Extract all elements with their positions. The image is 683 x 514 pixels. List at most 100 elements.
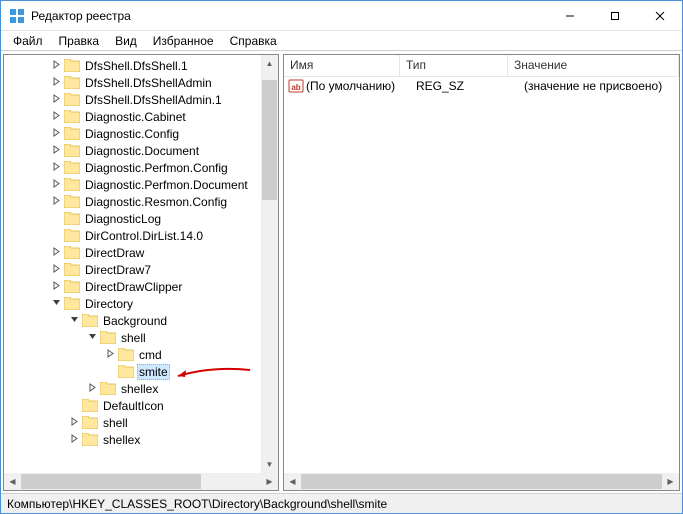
tree-item[interactable]: Diagnostic.Cabinet: [4, 108, 278, 125]
chevron-right-icon[interactable]: [66, 417, 82, 429]
tree-item[interactable]: Directory: [4, 295, 278, 312]
chevron-right-icon[interactable]: [48, 179, 64, 191]
chevron-right-icon[interactable]: [102, 349, 118, 361]
scroll-left-button[interactable]: ◀: [284, 473, 301, 490]
values-list[interactable]: ab(По умолчанию)REG_SZ(значение не присв…: [284, 77, 679, 473]
scroll-right-button[interactable]: ▶: [261, 473, 278, 490]
tree-item[interactable]: DfsShell.DfsShellAdmin.1: [4, 91, 278, 108]
chevron-right-icon[interactable]: [48, 145, 64, 157]
tree-item[interactable]: DirControl.DirList.14.0: [4, 227, 278, 244]
tree-item[interactable]: Diagnostic.Perfmon.Config: [4, 159, 278, 176]
tree-item-label: shell: [119, 330, 148, 346]
scroll-track[interactable]: [21, 473, 261, 490]
folder-icon: [82, 416, 98, 429]
folder-icon: [64, 229, 80, 242]
tree-item[interactable]: DiagnosticLog: [4, 210, 278, 227]
chevron-right-icon[interactable]: [48, 247, 64, 259]
chevron-right-icon[interactable]: [48, 128, 64, 140]
tree-item[interactable]: DfsShell.DfsShellAdmin: [4, 74, 278, 91]
scroll-right-button[interactable]: ▶: [662, 473, 679, 490]
tree-item[interactable]: DfsShell.DfsShell.1: [4, 57, 278, 74]
values-header: Имя Тип Значение: [284, 55, 679, 77]
tree-item[interactable]: shell: [4, 329, 278, 346]
folder-icon: [64, 127, 80, 140]
scroll-up-button[interactable]: ▲: [261, 55, 278, 72]
folder-icon: [64, 195, 80, 208]
menubar: Файл Правка Вид Избранное Справка: [1, 31, 682, 51]
chevron-right-icon[interactable]: [48, 111, 64, 123]
folder-icon: [82, 399, 98, 412]
minimize-icon: [565, 11, 575, 21]
folder-icon: [64, 144, 80, 157]
tree-item[interactable]: Diagnostic.Document: [4, 142, 278, 159]
chevron-down-icon[interactable]: [84, 332, 100, 344]
menu-view[interactable]: Вид: [107, 32, 145, 50]
chevron-right-icon[interactable]: [48, 94, 64, 106]
tree-item[interactable]: shellex: [4, 380, 278, 397]
value-row[interactable]: ab(По умолчанию)REG_SZ(значение не присв…: [284, 77, 679, 95]
tree-item[interactable]: Diagnostic.Resmon.Config: [4, 193, 278, 210]
column-header-name[interactable]: Имя: [284, 55, 400, 76]
folder-icon: [64, 178, 80, 191]
value-type: REG_SZ: [416, 79, 524, 93]
tree-item-label: shell: [101, 415, 130, 431]
chevron-right-icon[interactable]: [48, 264, 64, 276]
tree-item[interactable]: DefaultIcon: [4, 397, 278, 414]
app-icon: [9, 8, 25, 24]
tree-item[interactable]: Diagnostic.Perfmon.Document: [4, 176, 278, 193]
tree-item[interactable]: cmd: [4, 346, 278, 363]
chevron-right-icon[interactable]: [48, 281, 64, 293]
column-header-value[interactable]: Значение: [508, 55, 679, 76]
scroll-thumb[interactable]: [262, 80, 277, 200]
tree-horizontal-scrollbar[interactable]: ◀ ▶: [4, 473, 278, 490]
chevron-right-icon[interactable]: [66, 434, 82, 446]
minimize-button[interactable]: [547, 1, 592, 30]
window-title: Редактор реестра: [31, 9, 547, 23]
menu-help[interactable]: Справка: [222, 32, 285, 50]
chevron-right-icon[interactable]: [84, 383, 100, 395]
menu-edit[interactable]: Правка: [51, 32, 108, 50]
string-value-icon: ab: [288, 78, 304, 94]
tree-item-label: DirectDrawClipper: [83, 279, 184, 295]
window-controls: [547, 1, 682, 30]
menu-file[interactable]: Файл: [5, 32, 51, 50]
chevron-right-icon[interactable]: [48, 162, 64, 174]
folder-icon: [64, 110, 80, 123]
tree-item-label: DfsShell.DfsShell.1: [83, 58, 190, 74]
column-header-type[interactable]: Тип: [400, 55, 508, 76]
scroll-thumb[interactable]: [21, 474, 201, 489]
tree-item[interactable]: DirectDrawClipper: [4, 278, 278, 295]
chevron-right-icon[interactable]: [48, 77, 64, 89]
registry-tree[interactable]: DfsShell.DfsShell.1DfsShell.DfsShellAdmi…: [4, 55, 278, 473]
chevron-down-icon[interactable]: [48, 298, 64, 310]
tree-item-label: Background: [101, 313, 169, 329]
chevron-right-icon[interactable]: [48, 60, 64, 72]
folder-icon: [64, 93, 80, 106]
tree-item[interactable]: shellex: [4, 431, 278, 448]
tree-item[interactable]: shell: [4, 414, 278, 431]
scroll-track[interactable]: [301, 473, 662, 490]
tree-vertical-scrollbar[interactable]: ▲ ▼: [261, 55, 278, 473]
scroll-down-button[interactable]: ▼: [261, 456, 278, 473]
menu-favorites[interactable]: Избранное: [145, 32, 222, 50]
content-area: DfsShell.DfsShell.1DfsShell.DfsShellAdmi…: [1, 51, 682, 493]
tree-item[interactable]: DirectDraw: [4, 244, 278, 261]
maximize-button[interactable]: [592, 1, 637, 30]
close-button[interactable]: [637, 1, 682, 30]
chevron-down-icon[interactable]: [66, 315, 82, 327]
value-data: (значение не присвоено): [524, 79, 679, 93]
tree-item[interactable]: Background: [4, 312, 278, 329]
tree-item-label: DirectDraw: [83, 245, 146, 261]
folder-icon: [64, 280, 80, 293]
scroll-track[interactable]: [261, 72, 278, 456]
scroll-thumb[interactable]: [301, 474, 662, 489]
folder-icon: [118, 348, 134, 361]
tree-item[interactable]: smite: [4, 363, 278, 380]
values-horizontal-scrollbar[interactable]: ◀ ▶: [284, 473, 679, 490]
scroll-left-button[interactable]: ◀: [4, 473, 21, 490]
folder-icon: [64, 246, 80, 259]
chevron-right-icon[interactable]: [48, 196, 64, 208]
tree-item[interactable]: DirectDraw7: [4, 261, 278, 278]
tree-item[interactable]: Diagnostic.Config: [4, 125, 278, 142]
tree-item-label: DfsShell.DfsShellAdmin.1: [83, 92, 224, 108]
